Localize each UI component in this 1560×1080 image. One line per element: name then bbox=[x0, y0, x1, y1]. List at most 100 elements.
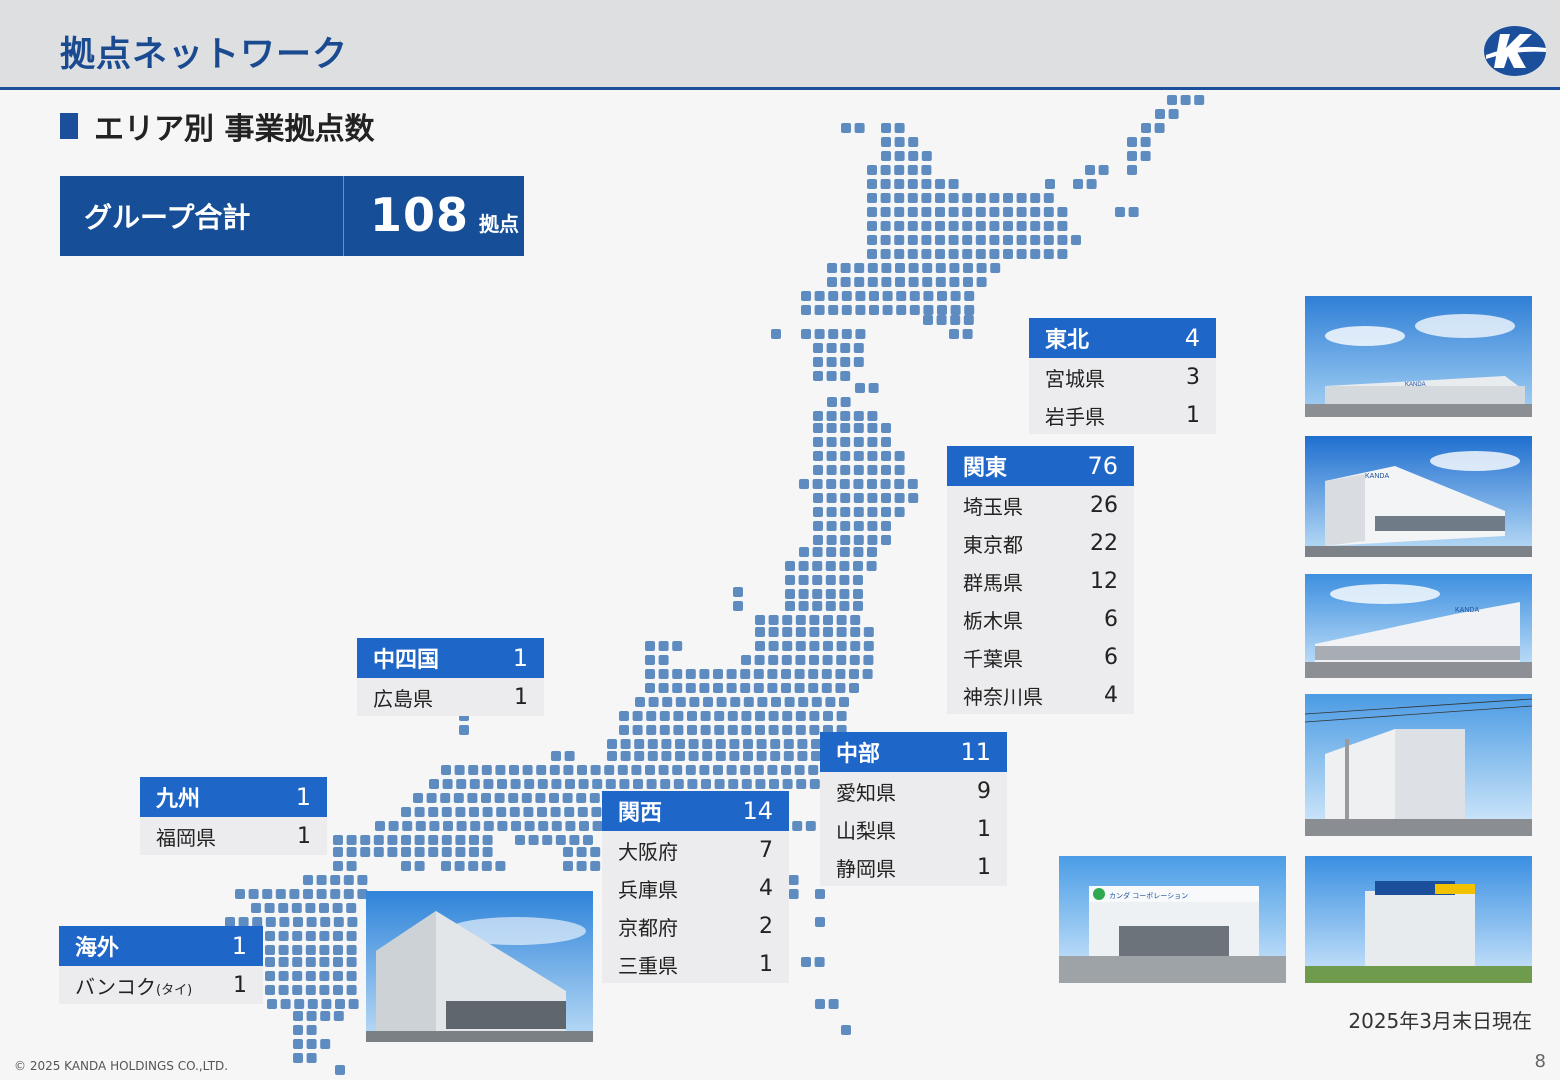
map-dot bbox=[303, 889, 313, 899]
map-dot bbox=[782, 627, 793, 637]
map-dot bbox=[753, 683, 764, 693]
map-dot bbox=[867, 535, 878, 545]
map-dot bbox=[495, 861, 506, 871]
map-dot bbox=[293, 917, 303, 927]
map-dot bbox=[1127, 165, 1137, 175]
map-dot bbox=[590, 847, 601, 857]
pref-row: 三重県 1 bbox=[602, 945, 789, 983]
map-dot bbox=[782, 711, 793, 721]
map-dot bbox=[647, 739, 658, 749]
map-dot bbox=[280, 999, 291, 1009]
map-dot bbox=[375, 821, 385, 831]
map-dot bbox=[688, 751, 699, 761]
map-dot bbox=[729, 739, 740, 749]
warehouse-photo-7 bbox=[366, 891, 593, 1042]
map-dot bbox=[839, 547, 850, 557]
map-dot bbox=[853, 575, 863, 585]
map-dot bbox=[813, 465, 823, 475]
map-dot bbox=[713, 669, 723, 679]
map-dot bbox=[730, 697, 741, 707]
map-dot bbox=[880, 235, 891, 245]
map-dot bbox=[278, 957, 289, 967]
map-dot bbox=[989, 221, 1000, 231]
map-dot bbox=[726, 683, 737, 693]
map-dot bbox=[795, 655, 806, 665]
map-dot bbox=[740, 765, 751, 775]
region-name: 中部 bbox=[836, 742, 881, 767]
map-dot bbox=[785, 561, 795, 571]
map-dot bbox=[850, 627, 861, 637]
map-dot bbox=[1057, 207, 1068, 217]
map-dot bbox=[441, 861, 451, 871]
map-dot bbox=[801, 957, 811, 967]
map-dot bbox=[792, 821, 803, 831]
map-dot bbox=[989, 207, 1000, 217]
map-dot bbox=[515, 835, 525, 845]
map-dot bbox=[605, 779, 616, 789]
map-dot bbox=[975, 221, 986, 231]
map-dot bbox=[821, 683, 832, 693]
map-dot bbox=[343, 875, 354, 885]
map-dot bbox=[1043, 235, 1054, 245]
map-dot bbox=[894, 221, 905, 231]
map-dot bbox=[330, 875, 341, 885]
map-dot bbox=[767, 669, 778, 679]
map-dot bbox=[604, 765, 615, 775]
map-dot bbox=[853, 561, 863, 571]
map-dot bbox=[1141, 123, 1151, 133]
map-dot bbox=[880, 221, 891, 231]
region-count: 14 bbox=[742, 797, 773, 825]
map-dot bbox=[962, 193, 973, 203]
map-dot bbox=[537, 807, 547, 817]
map-dot bbox=[264, 903, 275, 913]
map-dot bbox=[346, 985, 357, 995]
map-dot bbox=[853, 411, 864, 421]
map-dot bbox=[291, 903, 302, 913]
map-dot bbox=[823, 641, 833, 651]
map-dot bbox=[880, 193, 891, 203]
pref-name-suffix: (タイ) bbox=[156, 982, 193, 998]
map-dot bbox=[813, 423, 823, 433]
map-dot bbox=[921, 207, 932, 217]
map-dot bbox=[1128, 207, 1139, 217]
map-dot bbox=[1045, 179, 1055, 189]
map-dot bbox=[549, 793, 559, 803]
map-dot bbox=[921, 151, 932, 161]
map-dot bbox=[813, 507, 823, 517]
map-dot bbox=[1086, 179, 1097, 189]
map-dot bbox=[771, 329, 781, 339]
pref-count: 7 bbox=[759, 837, 773, 863]
map-dot bbox=[801, 305, 811, 315]
map-dot bbox=[948, 235, 959, 245]
map-dot bbox=[509, 807, 520, 817]
map-dot bbox=[935, 221, 945, 231]
map-dot bbox=[248, 889, 259, 899]
map-dot bbox=[921, 221, 932, 231]
region-count: 76 bbox=[1087, 452, 1118, 480]
map-dot bbox=[826, 371, 837, 381]
map-dot bbox=[468, 765, 479, 775]
map-dot bbox=[648, 697, 659, 707]
pref-row: 大阪府 7 bbox=[602, 831, 789, 869]
map-dot bbox=[251, 903, 261, 913]
pref-name: 栃木県 bbox=[963, 608, 1023, 633]
map-dot bbox=[305, 931, 316, 941]
map-dot bbox=[733, 587, 743, 597]
map-dot bbox=[536, 765, 547, 775]
map-dot bbox=[741, 725, 752, 735]
map-dot bbox=[812, 601, 823, 611]
map-dot bbox=[658, 669, 669, 679]
map-dot bbox=[305, 945, 316, 955]
map-dot bbox=[881, 137, 891, 147]
map-dot bbox=[781, 765, 791, 775]
map-dot bbox=[316, 875, 327, 885]
map-dot bbox=[563, 847, 573, 857]
map-dot bbox=[333, 917, 344, 927]
map-dot bbox=[659, 711, 670, 721]
map-dot bbox=[1168, 109, 1179, 119]
map-dot bbox=[867, 235, 877, 245]
pref-name: 東京都 bbox=[963, 532, 1023, 557]
map-dot bbox=[798, 575, 809, 585]
map-dot bbox=[388, 821, 399, 831]
map-dot bbox=[333, 971, 343, 981]
